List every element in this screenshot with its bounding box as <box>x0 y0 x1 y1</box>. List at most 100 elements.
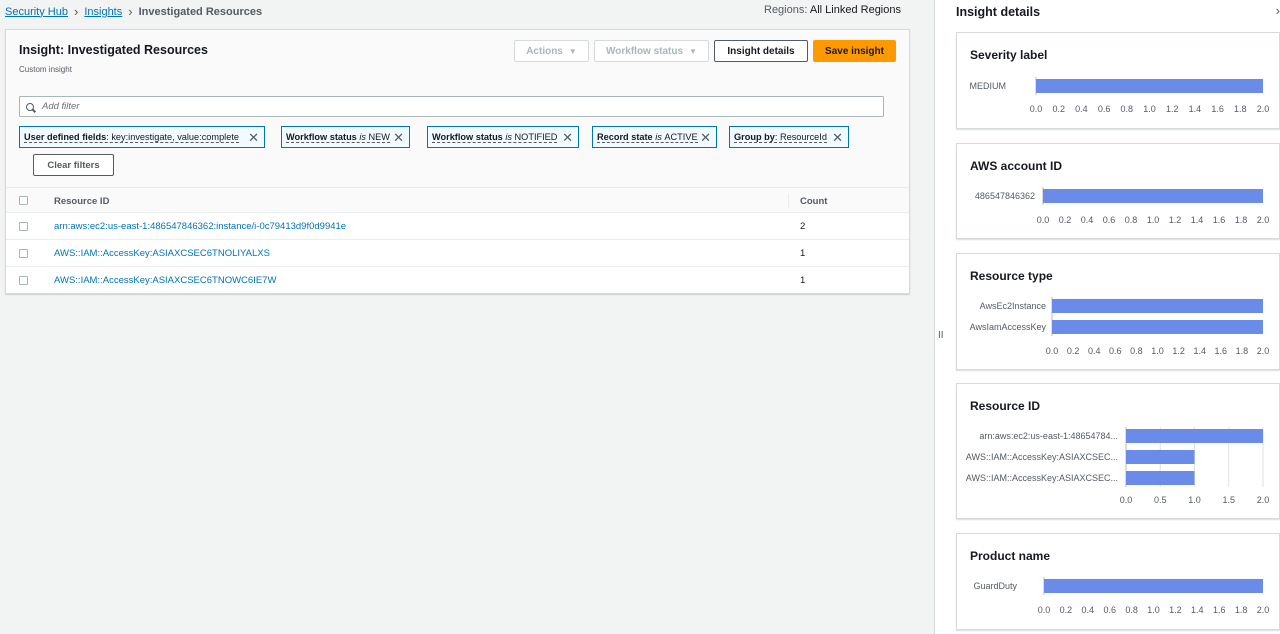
regions-label: Regions: <box>764 4 808 16</box>
chart-bar[interactable] <box>1126 450 1195 464</box>
regions-indicator: Regions: All Linked Regions <box>764 4 901 16</box>
chart-bar[interactable] <box>1126 429 1263 443</box>
tick-label: 1.0 <box>1188 495 1201 505</box>
caret-down-icon: ▼ <box>568 46 577 56</box>
chart-bar[interactable] <box>1044 579 1263 593</box>
workflow-status-button[interactable]: Workflow status ▼ <box>594 40 709 62</box>
tick-label: 0.0 <box>1037 215 1050 225</box>
table-row: AWS::IAM::AccessKey:ASIAXCSEC6TNOLIYALXS… <box>6 240 909 267</box>
close-icon[interactable]: ✕ <box>562 130 573 146</box>
bar-chart-svg: arn:aws:ec2:us-east-1:48654784...AWS::IA… <box>966 427 1270 505</box>
table-row: arn:aws:ec2:us-east-1:486547846362:insta… <box>6 213 909 240</box>
tick-label: 0.8 <box>1130 346 1143 356</box>
tick-label: 0.6 <box>1098 104 1111 114</box>
tick-label: 0.6 <box>1103 605 1116 615</box>
resource-link[interactable]: AWS::IAM::AccessKey:ASIAXCSEC6TNOWC6IE7W <box>54 275 276 286</box>
tick-label: 0.2 <box>1067 346 1080 356</box>
tick-label: 0.8 <box>1125 605 1138 615</box>
actions-button[interactable]: Actions ▼ <box>514 40 589 62</box>
resource-link[interactable]: AWS::IAM::AccessKey:ASIAXCSEC6TNOLIYALXS <box>54 248 270 259</box>
row-checkbox[interactable] <box>19 249 28 258</box>
tick-label: 1.0 <box>1151 346 1164 356</box>
tick-label: 0.6 <box>1109 346 1122 356</box>
tick-label: 1.6 <box>1213 605 1226 615</box>
close-panel-icon[interactable]: › <box>1276 3 1280 18</box>
tick-label: 1.6 <box>1211 104 1224 114</box>
chart-bar[interactable] <box>1052 299 1263 313</box>
close-icon[interactable]: ✕ <box>248 130 259 146</box>
row-count: 1 <box>800 248 806 259</box>
category-label: arn:aws:ec2:us-east-1:48654784... <box>979 431 1118 441</box>
close-icon[interactable]: ✕ <box>393 130 404 146</box>
resource-link[interactable]: arn:aws:ec2:us-east-1:486547846362:insta… <box>54 221 346 232</box>
select-all-checkbox[interactable] <box>19 196 28 205</box>
search-icon <box>26 102 34 111</box>
page-title: Insight: Investigated Resources <box>19 43 208 57</box>
column-divider <box>788 194 789 208</box>
resize-handle-icon[interactable]: II <box>938 330 944 341</box>
tick-label: 0.4 <box>1082 605 1095 615</box>
column-resource-id[interactable]: Resource ID <box>54 196 109 207</box>
tick-label: 1.4 <box>1191 605 1204 615</box>
chart-bar[interactable] <box>1052 320 1263 334</box>
chart-bar[interactable] <box>1043 189 1263 203</box>
filter-input[interactable]: Add filter <box>19 96 884 117</box>
insight-details-button[interactable]: Insight details <box>714 40 808 62</box>
tick-label: 2.0 <box>1257 495 1270 505</box>
tick-label: 0.0 <box>1120 495 1133 505</box>
regions-value: All Linked Regions <box>809 4 901 16</box>
filter-token-record-state[interactable]: Record state is ACTIVE ✕ <box>592 126 717 148</box>
token-text: User defined fields: key:investigate, va… <box>24 131 239 143</box>
insight-details-panel: Insight details › Severity label MEDIUM 0… <box>935 0 1280 634</box>
tick-label: 1.8 <box>1235 215 1248 225</box>
column-count[interactable]: Count <box>800 196 827 207</box>
row-count: 2 <box>800 221 806 232</box>
filter-token-workflow-notified[interactable]: Workflow status is NOTIFIED ✕ <box>427 126 579 148</box>
actions-label: Actions <box>526 45 563 57</box>
filter-token-user-fields[interactable]: User defined fields: key:investigate, va… <box>19 126 265 148</box>
row-checkbox[interactable] <box>19 222 28 231</box>
breadcrumb-insights[interactable]: Insights <box>84 6 122 18</box>
tick-label: 1.0 <box>1147 215 1160 225</box>
tick-label: 1.6 <box>1215 346 1228 356</box>
breadcrumb: Security Hub › Insights › Investigated R… <box>5 4 262 19</box>
tick-label: 1.6 <box>1213 215 1226 225</box>
category-label: AwsEc2Instance <box>980 301 1046 311</box>
token-text: Record state is ACTIVE <box>597 131 698 143</box>
tick-label: 1.8 <box>1236 346 1249 356</box>
tick-label: 0.6 <box>1103 215 1116 225</box>
chart-bar[interactable] <box>1036 79 1263 93</box>
caret-down-icon: ▼ <box>689 46 697 56</box>
page-subtitle: Custom insight <box>19 65 72 74</box>
save-insight-button[interactable]: Save insight <box>813 40 896 62</box>
table-row: AWS::IAM::AccessKey:ASIAXCSEC6TNOWC6IE7W… <box>6 267 909 294</box>
close-icon[interactable]: ✕ <box>700 130 711 146</box>
filter-token-group-by[interactable]: Group by: ResourceId ✕ <box>729 126 849 148</box>
tick-label: 1.0 <box>1143 104 1156 114</box>
table-header: Resource ID Count <box>6 187 909 213</box>
row-count: 1 <box>800 275 806 286</box>
breadcrumb-security-hub[interactable]: Security Hub <box>5 6 68 18</box>
filter-placeholder: Add filter <box>42 101 80 112</box>
tick-label: 1.4 <box>1189 104 1202 114</box>
tick-label: 2.0 <box>1257 605 1270 615</box>
close-icon[interactable]: ✕ <box>832 130 843 146</box>
top-bar: Security Hub › Insights › Investigated R… <box>5 4 910 20</box>
filter-token-workflow-new[interactable]: Workflow status is NEW ✕ <box>281 126 410 148</box>
tick-label: 0.2 <box>1059 215 1072 225</box>
tick-label: 2.0 <box>1257 346 1270 356</box>
clear-filters-button[interactable]: Clear filters <box>33 154 114 176</box>
category-label: AWS::IAM::AccessKey:ASIAXCSEC... <box>966 473 1118 483</box>
chart-bar[interactable] <box>1126 471 1195 485</box>
chart-resource-type: Resource type AwsEc2Instance AwsIamAccess… <box>956 253 1280 370</box>
chart-product-name: Product name GuardDuty 0.0 0.2 0.4 0.6 0.8 1.0… <box>956 533 1280 630</box>
chevron-right-icon: › <box>73 4 79 19</box>
tick-label: 0.4 <box>1075 104 1088 114</box>
tick-label: 0.2 <box>1060 605 1073 615</box>
insight-card: Insight: Investigated Resources Custom i… <box>5 29 910 294</box>
category-label: AwsIamAccessKey <box>970 322 1047 332</box>
tick-label: 1.2 <box>1172 346 1185 356</box>
row-checkbox[interactable] <box>19 276 28 285</box>
category-label: 486547846362 <box>975 191 1035 201</box>
tick-label: 0.4 <box>1081 215 1094 225</box>
